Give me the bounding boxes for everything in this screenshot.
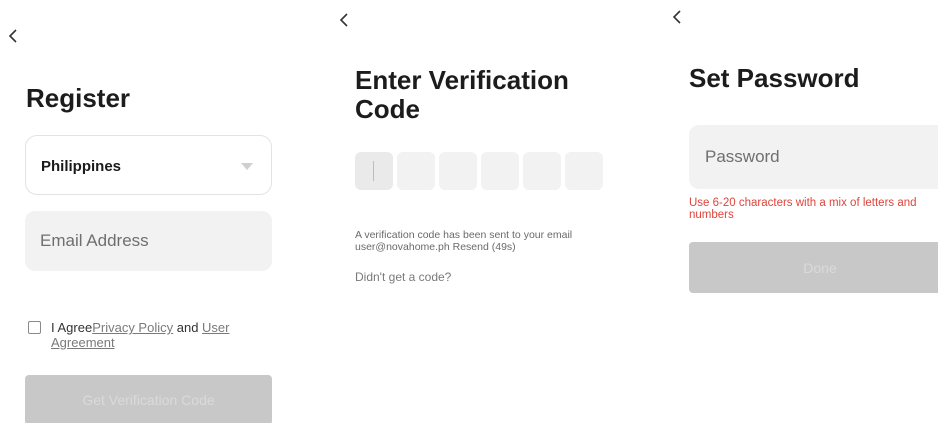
code-digit-box[interactable]: [565, 152, 603, 190]
caret-down-icon: [241, 163, 253, 170]
code-digit-box[interactable]: [481, 152, 519, 190]
code-digit-box[interactable]: [355, 152, 393, 190]
chevron-left-icon: [339, 13, 348, 27]
verification-screen: Enter Verification Code A verification c…: [335, 0, 645, 423]
agree-prefix: I Agree: [51, 320, 93, 335]
code-digit-box[interactable]: [439, 152, 477, 190]
email-field[interactable]: [25, 211, 272, 271]
no-code-link[interactable]: Didn't get a code?: [355, 270, 451, 284]
password-error-message: Use 6-20 characters with a mix of letter…: [689, 197, 917, 221]
chevron-left-icon: [672, 10, 681, 24]
back-button[interactable]: [339, 8, 357, 32]
and-text: and: [173, 320, 203, 335]
privacy-policy-link[interactable]: Privacy Policy: [92, 320, 173, 335]
code-sent-message: A verification code has been sent to you…: [355, 229, 573, 253]
chevron-left-icon: [8, 29, 17, 43]
page-title: Enter Verification Code: [355, 65, 569, 125]
country-value: Philippines: [41, 158, 122, 175]
agree-checkbox[interactable]: [28, 321, 41, 334]
text-cursor: [373, 161, 374, 181]
code-digit-box[interactable]: [397, 152, 435, 190]
set-password-screen: Set Password Use 6-20 characters with a …: [668, 0, 938, 423]
agree-text: I AgreePrivacy Policy and User Agreement: [51, 320, 266, 350]
page-title: Set Password: [689, 63, 860, 93]
verification-code-input[interactable]: [355, 152, 603, 190]
country-select[interactable]: Philippines: [25, 135, 272, 195]
page-title: Register: [26, 83, 131, 113]
back-button[interactable]: [8, 24, 26, 48]
done-button[interactable]: Done: [689, 242, 938, 293]
email-input[interactable]: [40, 211, 272, 271]
back-button[interactable]: [672, 5, 690, 29]
register-screen: Register Philippines I AgreePrivacy Poli…: [0, 0, 310, 423]
get-verification-code-button[interactable]: Get Verification Code: [25, 375, 272, 423]
code-digit-box[interactable]: [523, 152, 561, 190]
password-input[interactable]: [705, 125, 938, 189]
password-field[interactable]: [689, 125, 938, 189]
